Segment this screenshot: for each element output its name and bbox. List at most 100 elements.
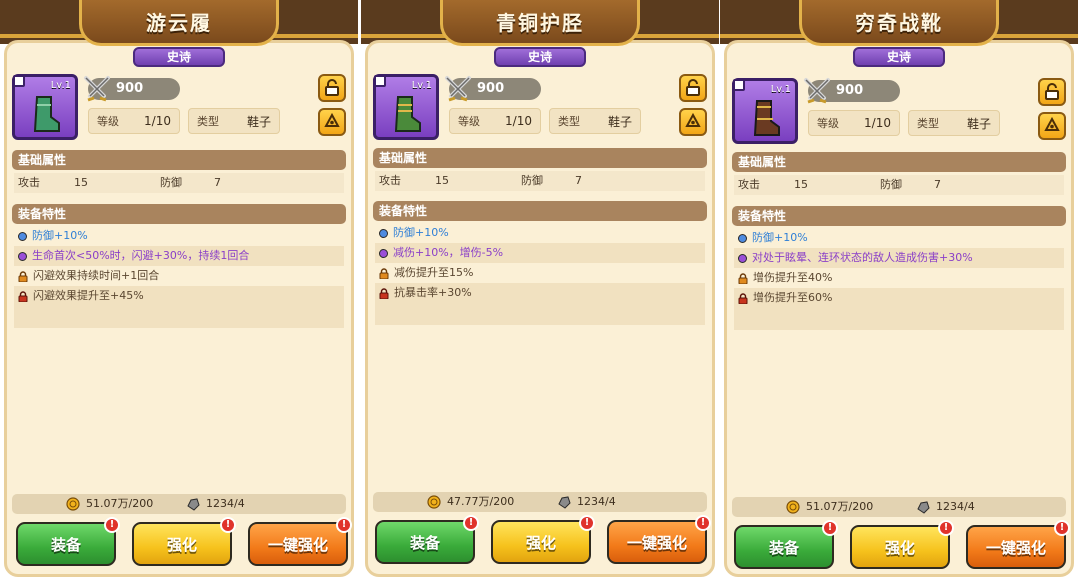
type-value: 鞋子 <box>607 114 632 129</box>
upgrade-button[interactable]: 强化 ! <box>132 517 236 566</box>
equip-label: 装备 <box>50 535 81 554</box>
item-icon-slot[interactable]: Lv.1 <box>732 78 798 144</box>
purple-dot-icon <box>18 251 27 261</box>
purple-dot-icon <box>379 248 388 258</box>
gold-cost: 47.77万/200 <box>447 495 515 508</box>
stat-row: 攻击 15 防御 7 <box>375 171 705 191</box>
item-icon-slot[interactable]: Lv.1 <box>373 74 439 140</box>
item-level-label: Lv.1 <box>411 80 432 91</box>
trait-row: 防御+10% <box>375 223 705 243</box>
rarity-badge: 史诗 <box>494 47 586 67</box>
cost-bar: 51.07万/200 1234/4 <box>12 494 346 514</box>
gold-coin-icon <box>66 497 80 511</box>
unlock-icon <box>1045 83 1059 100</box>
type-value: 鞋子 <box>966 116 991 131</box>
trait-text: 防御+10% <box>752 231 808 244</box>
orange-lock-icon <box>738 272 748 284</box>
equip-traits-header: 装备特性 <box>12 204 346 224</box>
equip-traits-header: 装备特性 <box>373 201 707 221</box>
equip-button[interactable]: 装备 ! <box>734 520 838 569</box>
attack-label: 攻击 <box>379 174 401 187</box>
equipment-panel-3: 穷奇战靴 史诗 Lv.1 900 等级 1/10 类型 鞋子 基础属性 攻击 1… <box>720 0 1078 583</box>
corner-marker <box>13 75 25 87</box>
alert-badge: ! <box>220 517 236 533</box>
attack-value: 15 <box>435 174 449 187</box>
defense-label: 防御 <box>880 178 902 191</box>
gold-coin-icon <box>786 500 800 514</box>
auto-upgrade-button[interactable]: 一键强化 ! <box>607 515 711 564</box>
corner-marker <box>733 79 745 91</box>
equip-button[interactable]: 装备 ! <box>375 515 479 564</box>
stone-cost: 1234/4 <box>936 500 975 513</box>
red-lock-icon <box>738 292 748 304</box>
trait-text: 闪避效果提升至+45% <box>33 289 144 302</box>
recycle-button[interactable] <box>1038 112 1066 140</box>
equipment-panel-2: 青铜护胫 史诗 Lv.1 900 等级 1/10 类型 鞋子 基础属性 攻击 1… <box>361 0 719 583</box>
power-display: 900 <box>445 76 541 102</box>
basic-attrs-header: 基础属性 <box>12 150 346 170</box>
item-title: 青铜护胫 <box>496 11 584 35</box>
basic-attrs-header: 基础属性 <box>732 152 1066 172</box>
upgrade-label: 强化 <box>884 538 915 557</box>
power-display: 900 <box>84 76 180 102</box>
type-label: 类型 <box>917 117 939 130</box>
power-value: 900 <box>836 83 864 98</box>
auto-upgrade-label: 一键强化 <box>626 533 687 552</box>
equip-button[interactable]: 装备 ! <box>16 517 120 566</box>
alert-badge: ! <box>1054 520 1070 536</box>
auto-upgrade-button[interactable]: 一键强化 ! <box>248 517 352 566</box>
power-display: 900 <box>804 78 900 104</box>
stat-row: 攻击 15 防御 7 <box>14 173 344 193</box>
stat-row: 攻击 15 防御 7 <box>734 175 1064 195</box>
upgrade-label: 强化 <box>166 535 197 554</box>
trait-row: 增伤提升至40% <box>734 268 1064 288</box>
item-title-plate: 游云履 <box>79 0 279 46</box>
boot-icon <box>33 96 60 132</box>
item-icon-slot[interactable]: Lv.1 <box>12 74 78 140</box>
crossed-swords-icon <box>445 76 471 102</box>
trait-row: 减伤提升至15% <box>375 263 705 283</box>
equip-traits-header: 装备特性 <box>732 206 1066 226</box>
defense-label: 防御 <box>521 174 543 187</box>
trait-text: 闪避效果持续时间+1回合 <box>33 269 160 282</box>
stone-icon <box>917 501 930 514</box>
auto-upgrade-label: 一键强化 <box>985 538 1046 557</box>
lock-button[interactable] <box>1038 78 1066 106</box>
recycle-button[interactable] <box>679 108 707 136</box>
trait-row: 防御+10% <box>14 226 344 246</box>
power-value: 900 <box>116 81 144 96</box>
stone-cost: 1234/4 <box>206 497 245 510</box>
trait-text: 生命首次<50%时，闪避+30%，持续1回合 <box>32 249 250 262</box>
recycle-icon <box>1044 117 1060 131</box>
purple-dot-icon <box>738 253 747 263</box>
blue-dot-icon <box>738 233 747 243</box>
item-level-label: Lv.1 <box>50 80 71 91</box>
upgrade-button[interactable]: 强化 ! <box>850 520 954 569</box>
auto-upgrade-button[interactable]: 一键强化 ! <box>966 520 1070 569</box>
trait-text: 增伤提升至40% <box>753 271 833 284</box>
alert-badge: ! <box>463 515 479 531</box>
upgrade-button[interactable]: 强化 ! <box>491 515 595 564</box>
trait-row: 防御+10% <box>734 228 1064 248</box>
lock-button[interactable] <box>318 74 346 102</box>
trait-row: 闪避效果持续时间+1回合 <box>14 266 344 286</box>
alert-badge: ! <box>336 517 352 533</box>
recycle-icon <box>685 113 701 127</box>
trait-row: 增伤提升至60% <box>734 288 1064 308</box>
unlock-icon <box>325 79 339 96</box>
item-title-plate: 青铜护胫 <box>440 0 640 46</box>
trait-row: 对处于眩晕、连环状态的敌人造成伤害+30% <box>734 248 1064 268</box>
alert-badge: ! <box>695 515 711 531</box>
item-title: 游云履 <box>146 11 212 35</box>
recycle-button[interactable] <box>318 108 346 136</box>
item-level-label: Lv.1 <box>770 84 791 95</box>
lock-button[interactable] <box>679 74 707 102</box>
corner-marker <box>374 75 386 87</box>
unlock-icon <box>686 79 700 96</box>
stone-icon <box>558 496 571 509</box>
defense-value: 7 <box>575 174 582 187</box>
gold-cost: 51.07万/200 <box>806 500 874 513</box>
type-label: 类型 <box>197 115 219 128</box>
boot-icon <box>394 96 421 132</box>
attack-label: 攻击 <box>18 176 40 189</box>
